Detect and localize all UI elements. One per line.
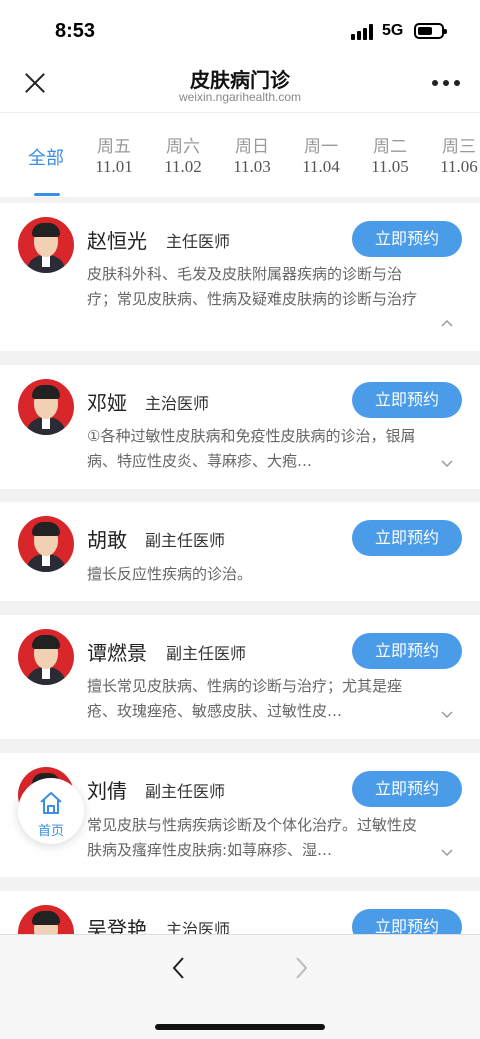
- date-tabs: 全部 周五 11.01 周六 11.02 周日 11.03 周一 11.04 周…: [0, 112, 480, 197]
- browser-toolbar: [0, 934, 480, 1039]
- doctor-description: 擅长常见皮肤病、性病的诊断与治疗；尤其是痤疮、玫瑰痤疮、敏感皮肤、过敏性皮…: [87, 677, 403, 720]
- tab-day: 周五: [97, 137, 131, 157]
- book-button[interactable]: 立即预约: [352, 633, 462, 669]
- tab-date[interactable]: 周日 11.03: [226, 113, 278, 197]
- doctor-card[interactable]: 谭燃景 副主任医师 立即预约 擅长常见皮肤病、性病的诊断与治疗；尤其是痤疮、玫瑰…: [0, 615, 480, 739]
- tab-label: 全部: [28, 148, 64, 169]
- doctor-avatar: [18, 217, 74, 273]
- tab-day: 周二: [373, 137, 407, 157]
- doctor-description: ①各种过敏性皮肤病和免疫性皮肤病的诊治，银屑病、特应性皮炎、荨麻疹、大疱…: [87, 427, 416, 470]
- tab-date-value: 11.06: [440, 157, 478, 176]
- doctor-card[interactable]: 赵恒光 主任医师 立即预约 皮肤科外科、毛发及皮肤附属器疾病的诊断与治疗；常见皮…: [0, 203, 480, 351]
- nav-bar: 皮肤病门诊 weixin.ngarihealth.com: [0, 60, 480, 112]
- doctor-title: 主治医师: [166, 920, 231, 934]
- status-bar: 8:53 5G: [0, 0, 480, 60]
- tab-date[interactable]: 周六 11.02: [157, 113, 209, 197]
- doctor-description: 擅长反应性疾病的诊治。: [87, 565, 253, 583]
- tab-date-value: 11.04: [302, 157, 340, 176]
- tab-date[interactable]: 周五 11.01: [88, 113, 140, 197]
- doctor-title: 副主任医师: [166, 644, 247, 663]
- network-label: 5G: [382, 22, 404, 39]
- doctor-avatar: [18, 905, 74, 934]
- doctor-name: 赵恒光: [87, 229, 147, 253]
- book-button[interactable]: 立即预约: [352, 909, 462, 934]
- tab-date-value: 11.03: [233, 157, 271, 176]
- page-url: weixin.ngarihealth.com: [178, 90, 302, 104]
- doctor-name: 邓娅: [87, 391, 127, 415]
- home-icon: [40, 792, 62, 814]
- book-button[interactable]: 立即预约: [352, 221, 462, 257]
- page-title: 皮肤病门诊: [190, 68, 290, 92]
- doctor-title: 主任医师: [166, 232, 231, 251]
- tab-date[interactable]: 周三 11.06: [433, 113, 480, 197]
- doctor-name: 胡敢: [87, 528, 127, 552]
- home-indicator: [155, 1024, 325, 1030]
- doctor-title: 副主任医师: [145, 782, 226, 801]
- book-button[interactable]: 立即预约: [352, 382, 462, 418]
- book-button[interactable]: 立即预约: [352, 520, 462, 556]
- status-time: 8:53: [55, 20, 96, 42]
- tab-all[interactable]: 全部: [20, 113, 72, 197]
- tab-day: 周六: [166, 137, 200, 157]
- doctor-title: 副主任医师: [145, 531, 226, 550]
- tab-date-value: 11.01: [95, 157, 133, 176]
- doctor-card[interactable]: 邓娅 主治医师 立即预约 ①各种过敏性皮肤病和免疫性皮肤病的诊治，银屑病、特应性…: [0, 365, 480, 489]
- chevron-down-icon[interactable]: [441, 843, 453, 857]
- tab-date-value: 11.05: [371, 157, 409, 176]
- doctor-card[interactable]: 胡敢 副主任医师 立即预约 擅长反应性疾病的诊治。: [0, 502, 480, 601]
- tab-date-value: 11.02: [164, 157, 202, 176]
- forward-arrow-icon[interactable]: [290, 955, 312, 981]
- tab-day: 周三: [442, 137, 476, 157]
- battery-icon: [414, 23, 447, 39]
- doctor-card[interactable]: 吴登艳 主治医师 立即预约: [0, 891, 480, 934]
- tab-date[interactable]: 周一 11.04: [295, 113, 347, 197]
- back-arrow-icon[interactable]: [168, 955, 190, 981]
- doctor-description: 常见皮肤与性病疾病诊断及个体化治疗。过敏性皮肤病及瘙痒性皮肤病:如荨麻疹、湿…: [87, 816, 418, 859]
- tab-day: 周日: [235, 137, 269, 157]
- active-tab-indicator: [34, 193, 60, 196]
- home-label: 首页: [37, 824, 64, 839]
- doctor-name: 刘倩: [87, 779, 127, 803]
- tab-date[interactable]: 周二 11.05: [364, 113, 416, 197]
- tab-day: 周一: [304, 137, 338, 157]
- doctor-avatar: [18, 379, 74, 435]
- doctor-description: 皮肤科外科、毛发及皮肤附属器疾病的诊断与治疗；常见皮肤病、性病及疑难皮肤病的诊断…: [87, 265, 418, 308]
- doctor-avatar: [18, 629, 74, 685]
- chevron-down-icon[interactable]: [441, 454, 453, 468]
- signal-icon: [351, 24, 375, 40]
- doctor-title: 主治医师: [145, 394, 210, 413]
- book-button[interactable]: 立即预约: [352, 771, 462, 807]
- chevron-down-icon[interactable]: [441, 705, 453, 719]
- doctor-avatar: [18, 516, 74, 572]
- home-button[interactable]: 首页: [18, 778, 84, 844]
- chevron-up-icon[interactable]: [441, 315, 453, 327]
- doctor-name: 吴登艳: [87, 917, 147, 934]
- doctor-name: 谭燃景: [87, 641, 147, 665]
- more-options-icon[interactable]: [432, 80, 460, 88]
